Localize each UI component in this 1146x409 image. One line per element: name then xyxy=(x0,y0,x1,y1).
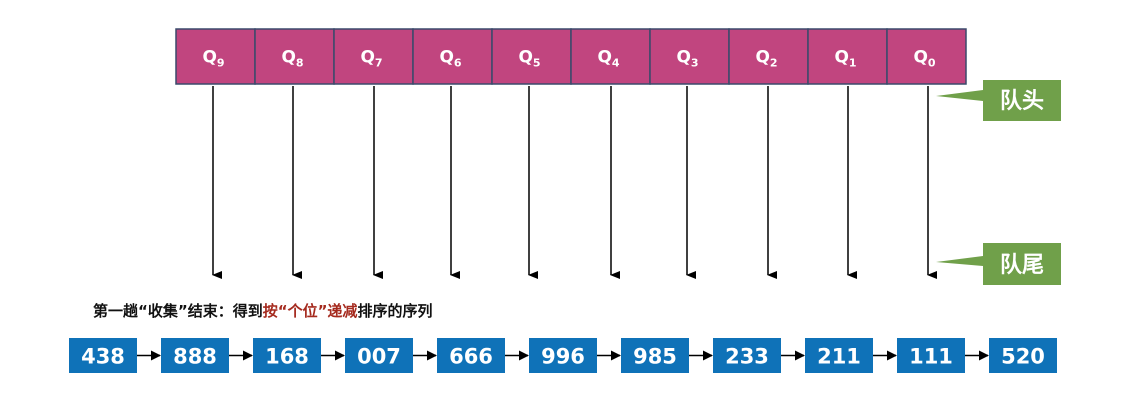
caption-part-1: 第一趟“收集”结束：得到 xyxy=(93,302,263,320)
queue-subscript: 7 xyxy=(375,57,383,70)
sequence-value: 888 xyxy=(173,345,217,369)
caption-part-2: 排序的序列 xyxy=(357,302,432,320)
head-label: 队头 xyxy=(936,80,1061,121)
sequence-value: 520 xyxy=(1001,345,1045,369)
head-label-text: 队头 xyxy=(1000,89,1044,114)
queue-subscript: 2 xyxy=(770,57,778,70)
queue-subscript: 8 xyxy=(296,57,304,70)
queue-pointer-arrows xyxy=(212,86,937,279)
queue-subscript: 9 xyxy=(217,57,225,70)
queue-letter: Q xyxy=(676,48,690,68)
sequence-value: 168 xyxy=(265,345,309,369)
queue-letter: Q xyxy=(281,48,295,68)
sequence-value: 233 xyxy=(725,345,769,369)
queue-letter: Q xyxy=(518,48,532,68)
collected-sequence: 438 888 168 007 666 996 985 233 211 111 520 xyxy=(69,338,1057,373)
sequence-value: 007 xyxy=(357,345,401,369)
queue-subscript: 5 xyxy=(533,57,541,70)
queue-letter: Q xyxy=(202,48,216,68)
queue-letter: Q xyxy=(913,48,927,68)
caption-highlight: 按“个位”递减 xyxy=(263,302,358,320)
queue-letter: Q xyxy=(439,48,453,68)
sequence-value: 438 xyxy=(81,345,125,369)
queue-subscript: 1 xyxy=(849,57,857,70)
queue-subscript: 4 xyxy=(612,57,620,70)
queue-letter: Q xyxy=(755,48,769,68)
sequence-value: 666 xyxy=(449,345,493,369)
queue-letter: Q xyxy=(597,48,611,68)
tail-label-text: 队尾 xyxy=(1000,253,1044,278)
queue-buckets: Q9 Q8 Q7 Q6 Q5 Q4 Q3 Q2 Q1 Q0 xyxy=(175,28,967,85)
queue-subscript: 0 xyxy=(928,57,936,70)
sequence-value: 111 xyxy=(909,345,953,369)
queue-letter: Q xyxy=(360,48,374,68)
queue-letter: Q xyxy=(834,48,848,68)
sequence-value: 996 xyxy=(541,345,585,369)
collect-caption: 第一趟“收集”结束：得到按“个位”递减排序的序列 xyxy=(93,302,432,320)
tail-label: 队尾 xyxy=(936,243,1061,285)
sequence-value: 985 xyxy=(633,345,677,369)
queue-subscript: 3 xyxy=(691,57,699,70)
queue-subscript: 6 xyxy=(454,57,462,70)
radix-sort-collect-diagram: Q9 Q8 Q7 Q6 Q5 Q4 Q3 Q2 Q1 Q0 队头 队尾 第一趟“收集”结束：得到按… xyxy=(69,28,1061,373)
sequence-value: 211 xyxy=(817,345,861,369)
